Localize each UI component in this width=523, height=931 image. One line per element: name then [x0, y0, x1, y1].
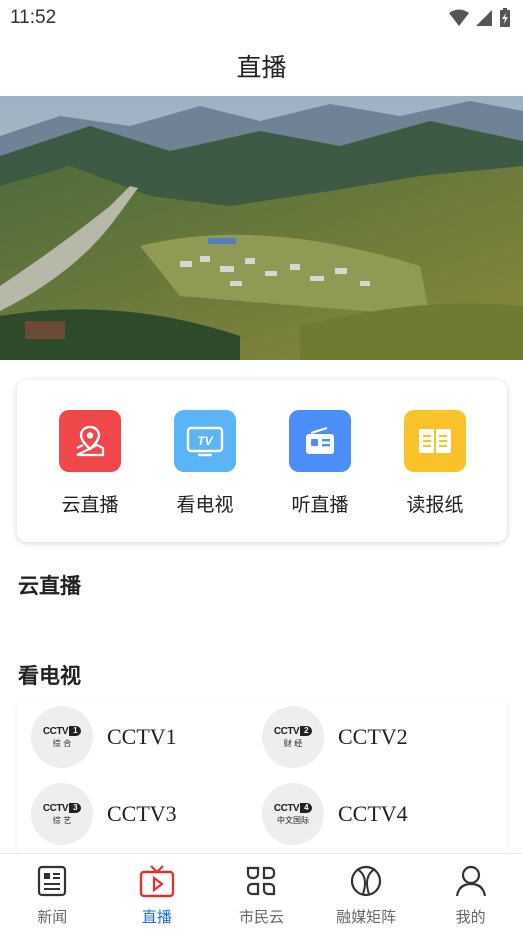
page-title: 直播 [236, 53, 287, 82]
quick-entry-label: 看电视 [176, 494, 234, 516]
nav-item-media-matrix[interactable]: 融媒矩阵 [314, 854, 419, 931]
bottom-nav: 新闻 直播 市民云 融媒矩阵 我的 [0, 853, 523, 931]
news-icon [38, 865, 67, 897]
live-tv-icon [139, 865, 175, 898]
nav-label: 新闻 [37, 908, 68, 926]
logo-text: CCTV [273, 725, 300, 737]
logo-subtitle: 综 合 [52, 738, 72, 748]
channel-item-cctv1[interactable]: CCTV 1 综 合 CCTV1 [31, 706, 261, 772]
nav-label: 直播 [141, 908, 172, 926]
channel-name: CCTV2 [338, 724, 408, 749]
channel-item-cctv3[interactable]: CCTV 3 综 艺 CCTV3 [31, 783, 261, 849]
logo-text: CCTV [273, 802, 300, 814]
quick-entry-label: 听直播 [291, 494, 349, 516]
grid-icon [247, 866, 276, 896]
logo-number: 2 [300, 726, 313, 736]
status-time: 11:52 [10, 7, 57, 28]
wifi-icon [449, 9, 469, 26]
signal-icon [476, 10, 492, 26]
nav-label: 市民云 [238, 908, 284, 926]
nav-item-live[interactable]: 直播 [105, 854, 210, 931]
battery-icon [500, 8, 510, 27]
channel-name: CCTV3 [107, 801, 177, 826]
cctv2-logo: CCTV 2 财 经 [262, 706, 324, 768]
logo-number: 4 [300, 803, 313, 813]
logo-subtitle: 综 艺 [52, 815, 72, 825]
logo-subtitle: 中文国际 [277, 815, 309, 825]
nav-label: 我的 [455, 908, 486, 926]
media-matrix-icon [350, 865, 382, 897]
tv-icon: TV [174, 410, 236, 472]
quick-entry-card: 云直播 TV 看电视 听直播 读报纸 [17, 380, 507, 542]
status-bar: 11:52 [0, 0, 523, 36]
quick-entry-cloud-live[interactable]: 云直播 [35, 410, 145, 517]
radio-icon [289, 410, 351, 472]
nav-item-profile[interactable]: 我的 [418, 854, 523, 931]
cctv1-logo: CCTV 1 综 合 [31, 706, 93, 768]
nav-item-citizen-cloud[interactable]: 市民云 [209, 854, 314, 931]
location-map-icon [59, 410, 121, 472]
cctv4-logo: CCTV 4 中文国际 [262, 783, 324, 845]
status-icons [449, 8, 511, 28]
quick-entry-read-newspaper[interactable]: 读报纸 [380, 410, 490, 517]
section-title-watch-tv: 看电视 [18, 664, 81, 688]
logo-number: 3 [69, 803, 82, 813]
banner-image[interactable] [0, 96, 523, 360]
quick-entry-label: 云直播 [61, 494, 119, 516]
channel-name: CCTV4 [338, 801, 408, 826]
section-title-cloud-live: 云直播 [18, 574, 81, 598]
tv-channel-list: CCTV 1 综 合 CCTV1 CCTV 2 财 经 CCTV2 CCTV 3 综 … [17, 700, 507, 853]
newspaper-icon [404, 410, 466, 472]
quick-entry-label: 读报纸 [406, 494, 464, 516]
cctv3-logo: CCTV 3 综 艺 [31, 783, 93, 845]
nav-item-news[interactable]: 新闻 [0, 854, 105, 931]
logo-number: 1 [69, 726, 82, 736]
svg-text:TV: TV [197, 434, 213, 448]
logo-text: CCTV [42, 802, 69, 814]
quick-entry-watch-tv[interactable]: TV 看电视 [150, 410, 260, 517]
channel-name: CCTV1 [107, 724, 177, 749]
nav-label: 融媒矩阵 [336, 908, 397, 926]
channel-item-cctv4[interactable]: CCTV 4 中文国际 CCTV4 [262, 783, 492, 849]
logo-subtitle: 财 经 [283, 738, 303, 748]
channel-item-cctv2[interactable]: CCTV 2 财 经 CCTV2 [262, 706, 492, 772]
logo-text: CCTV [42, 725, 69, 737]
profile-icon [455, 865, 486, 897]
quick-entry-listen-live[interactable]: 听直播 [265, 410, 375, 517]
